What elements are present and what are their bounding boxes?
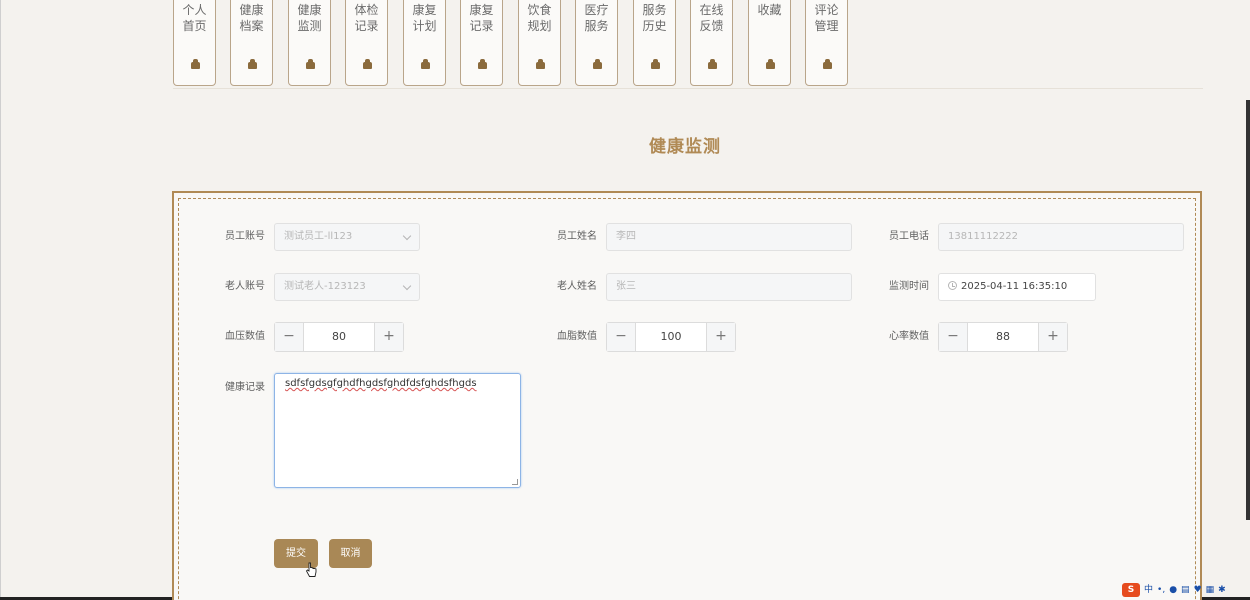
staff-phone-field[interactable]: 13811112222 [938, 223, 1184, 251]
home-icon [651, 59, 660, 69]
health-record-label: 健康记录 [225, 382, 265, 393]
monitor-time-value: 2025-04-11 16:35:10 [961, 281, 1068, 292]
ime-mode: 中 [1144, 585, 1154, 595]
decrement-button[interactable]: − [275, 323, 304, 351]
tab-medical-service[interactable]: 医疗服务 [575, 0, 618, 86]
home-icon [708, 59, 717, 69]
staff-account-select[interactable]: 测试员工-ll123 [274, 223, 420, 251]
home-icon [823, 59, 832, 69]
tab-health-profile[interactable]: 健康档案 [230, 0, 273, 86]
home-icon [536, 59, 545, 69]
tab-label: 医疗服务 [584, 3, 609, 33]
elder-account-label: 老人账号 [225, 281, 265, 292]
nav-divider [173, 88, 1203, 89]
blood-lipid-label: 血脂数值 [557, 331, 597, 342]
staff-name-label: 员工姓名 [557, 231, 597, 242]
tab-label: 服务历史 [642, 3, 667, 33]
staff-phone-value: 13811112222 [948, 231, 1018, 242]
home-icon [478, 59, 487, 69]
tab-label: 健康档案 [239, 3, 264, 33]
keyboard-icon: ▤ [1181, 585, 1190, 595]
cancel-button[interactable]: 取消 [329, 539, 372, 568]
chevron-down-icon [402, 231, 412, 241]
heart-rate-value[interactable]: 88 [968, 323, 1038, 351]
tab-label: 收藏 [757, 3, 782, 17]
grid-icon: ▦ [1205, 585, 1215, 595]
tab-label: 个人首页 [182, 3, 207, 33]
health-record-textarea[interactable]: sdfsfgdsgfghdfhgdsfghdfdsfghdsfhgds [274, 373, 521, 488]
tab-online-feedback[interactable]: 在线反馈 [690, 0, 733, 86]
staff-phone-label: 员工电话 [889, 231, 929, 242]
tab-comment-management[interactable]: 评论管理 [805, 0, 848, 86]
tab-health-monitoring[interactable]: 健康监测 [288, 0, 331, 86]
staff-name-field[interactable]: 李四 [606, 223, 852, 251]
staff-account-value: 测试员工-ll123 [284, 231, 353, 242]
tab-label: 评论管理 [814, 3, 839, 33]
elder-account-select[interactable]: 测试老人-123123 [274, 273, 420, 301]
ime-logo-icon: S [1122, 583, 1140, 597]
scrollbar[interactable] [1246, 100, 1250, 520]
gear-icon: ✱ [1218, 585, 1226, 595]
tab-checkup-records[interactable]: 体检记录 [345, 0, 388, 86]
decrement-button[interactable]: − [939, 323, 968, 351]
staff-account-label: 员工账号 [225, 231, 265, 242]
chevron-down-icon [402, 281, 412, 291]
elder-name-value: 张三 [616, 281, 636, 292]
elder-name-field[interactable]: 张三 [606, 273, 852, 301]
tab-favorites[interactable]: 收藏 [748, 0, 791, 86]
page-title: 健康监测 [649, 137, 721, 157]
window-left-edge [0, 0, 1, 600]
microphone-icon: ● [1169, 585, 1178, 595]
blood-lipid-stepper[interactable]: − 100 + [606, 322, 736, 352]
health-record-value: sdfsfgdsgfghdfhgdsfghdfdsfghdsfhgds [285, 378, 477, 389]
tab-personal-home[interactable]: 个人首页 [173, 0, 216, 86]
monitor-time-picker[interactable]: 2025-04-11 16:35:10 [938, 273, 1096, 301]
increment-button[interactable]: + [374, 323, 403, 351]
monitor-time-label: 监测时间 [889, 281, 929, 292]
elder-name-label: 老人姓名 [557, 281, 597, 292]
home-icon [306, 59, 315, 69]
tab-label: 体检记录 [354, 3, 379, 33]
resize-handle[interactable] [512, 479, 518, 485]
blood-lipid-value[interactable]: 100 [636, 323, 706, 351]
tab-label: 康复记录 [469, 3, 494, 33]
increment-button[interactable]: + [1038, 323, 1067, 351]
increment-button[interactable]: + [706, 323, 735, 351]
ime-tray[interactable]: S 中 •, ● ▤ ♥ ▦ ✱ [1122, 582, 1250, 598]
tab-label: 饮食规划 [527, 3, 552, 33]
blood-pressure-value[interactable]: 80 [304, 323, 374, 351]
clock-icon [948, 281, 957, 290]
home-icon [248, 59, 257, 69]
tab-diet-plan[interactable]: 饮食规划 [518, 0, 561, 86]
hand-pointer-icon [305, 562, 317, 577]
tab-rehab-plan[interactable]: 康复计划 [403, 0, 446, 86]
home-icon [421, 59, 430, 69]
punctuation-icon: •, [1157, 585, 1166, 595]
home-icon [191, 59, 200, 69]
tab-label: 康复计划 [412, 3, 437, 33]
home-icon [593, 59, 602, 69]
home-icon [766, 59, 775, 69]
elder-account-value: 测试老人-123123 [284, 281, 366, 292]
skin-icon: ♥ [1193, 585, 1202, 595]
tab-label: 在线反馈 [699, 3, 724, 33]
heart-rate-label: 心率数值 [889, 331, 929, 342]
home-icon [363, 59, 372, 69]
decrement-button[interactable]: − [607, 323, 636, 351]
tab-label: 健康监测 [297, 3, 322, 33]
staff-name-value: 李四 [616, 231, 636, 242]
blood-pressure-stepper[interactable]: − 80 + [274, 322, 404, 352]
tab-rehab-records[interactable]: 康复记录 [460, 0, 503, 86]
tab-service-history[interactable]: 服务历史 [633, 0, 676, 86]
blood-pressure-label: 血压数值 [225, 331, 265, 342]
heart-rate-stepper[interactable]: − 88 + [938, 322, 1068, 352]
